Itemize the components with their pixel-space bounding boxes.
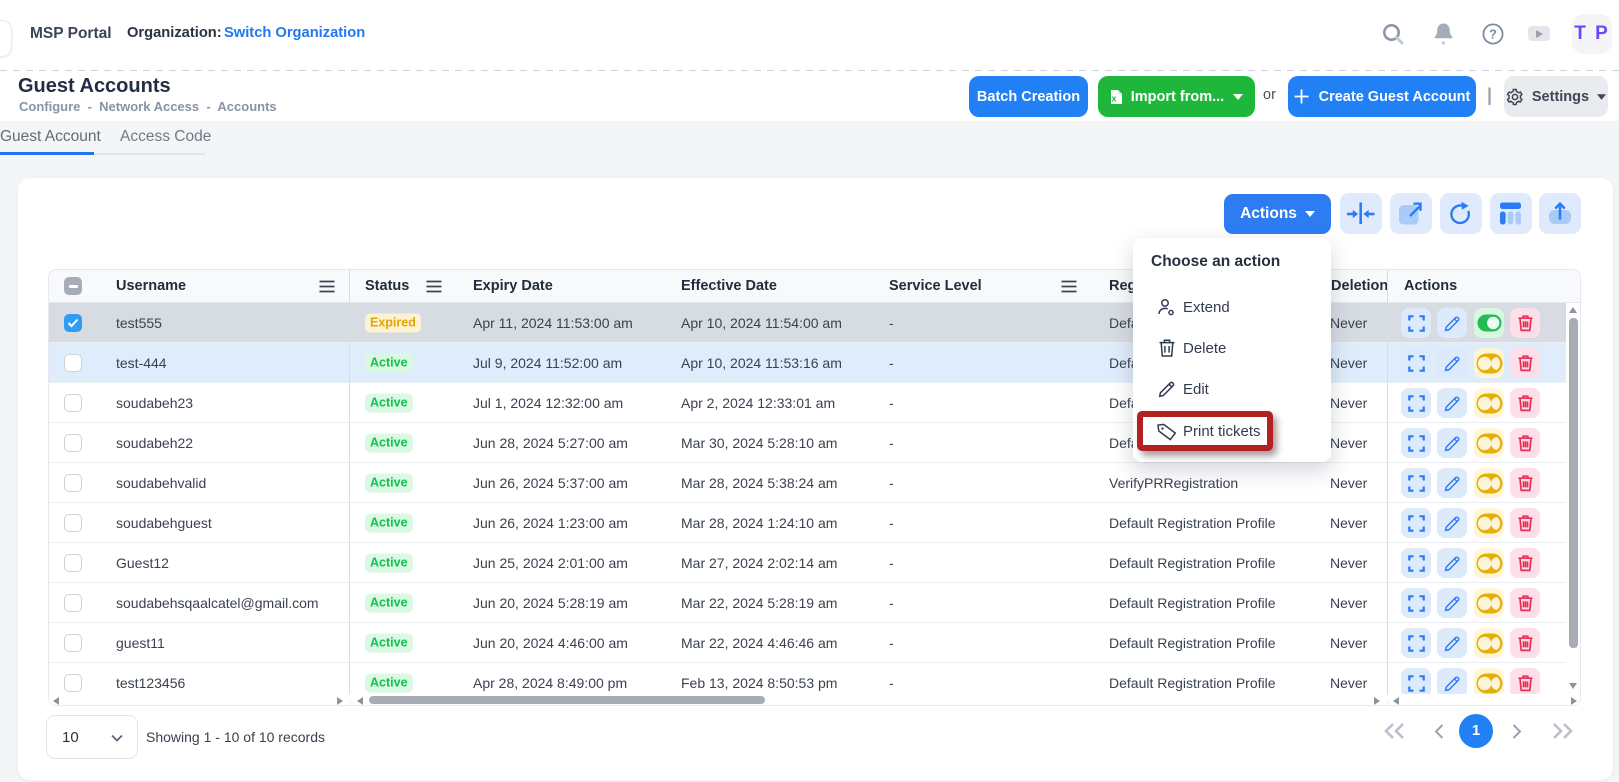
svg-text:?: ? [1489,27,1497,41]
svg-text:x: x [1111,93,1116,103]
